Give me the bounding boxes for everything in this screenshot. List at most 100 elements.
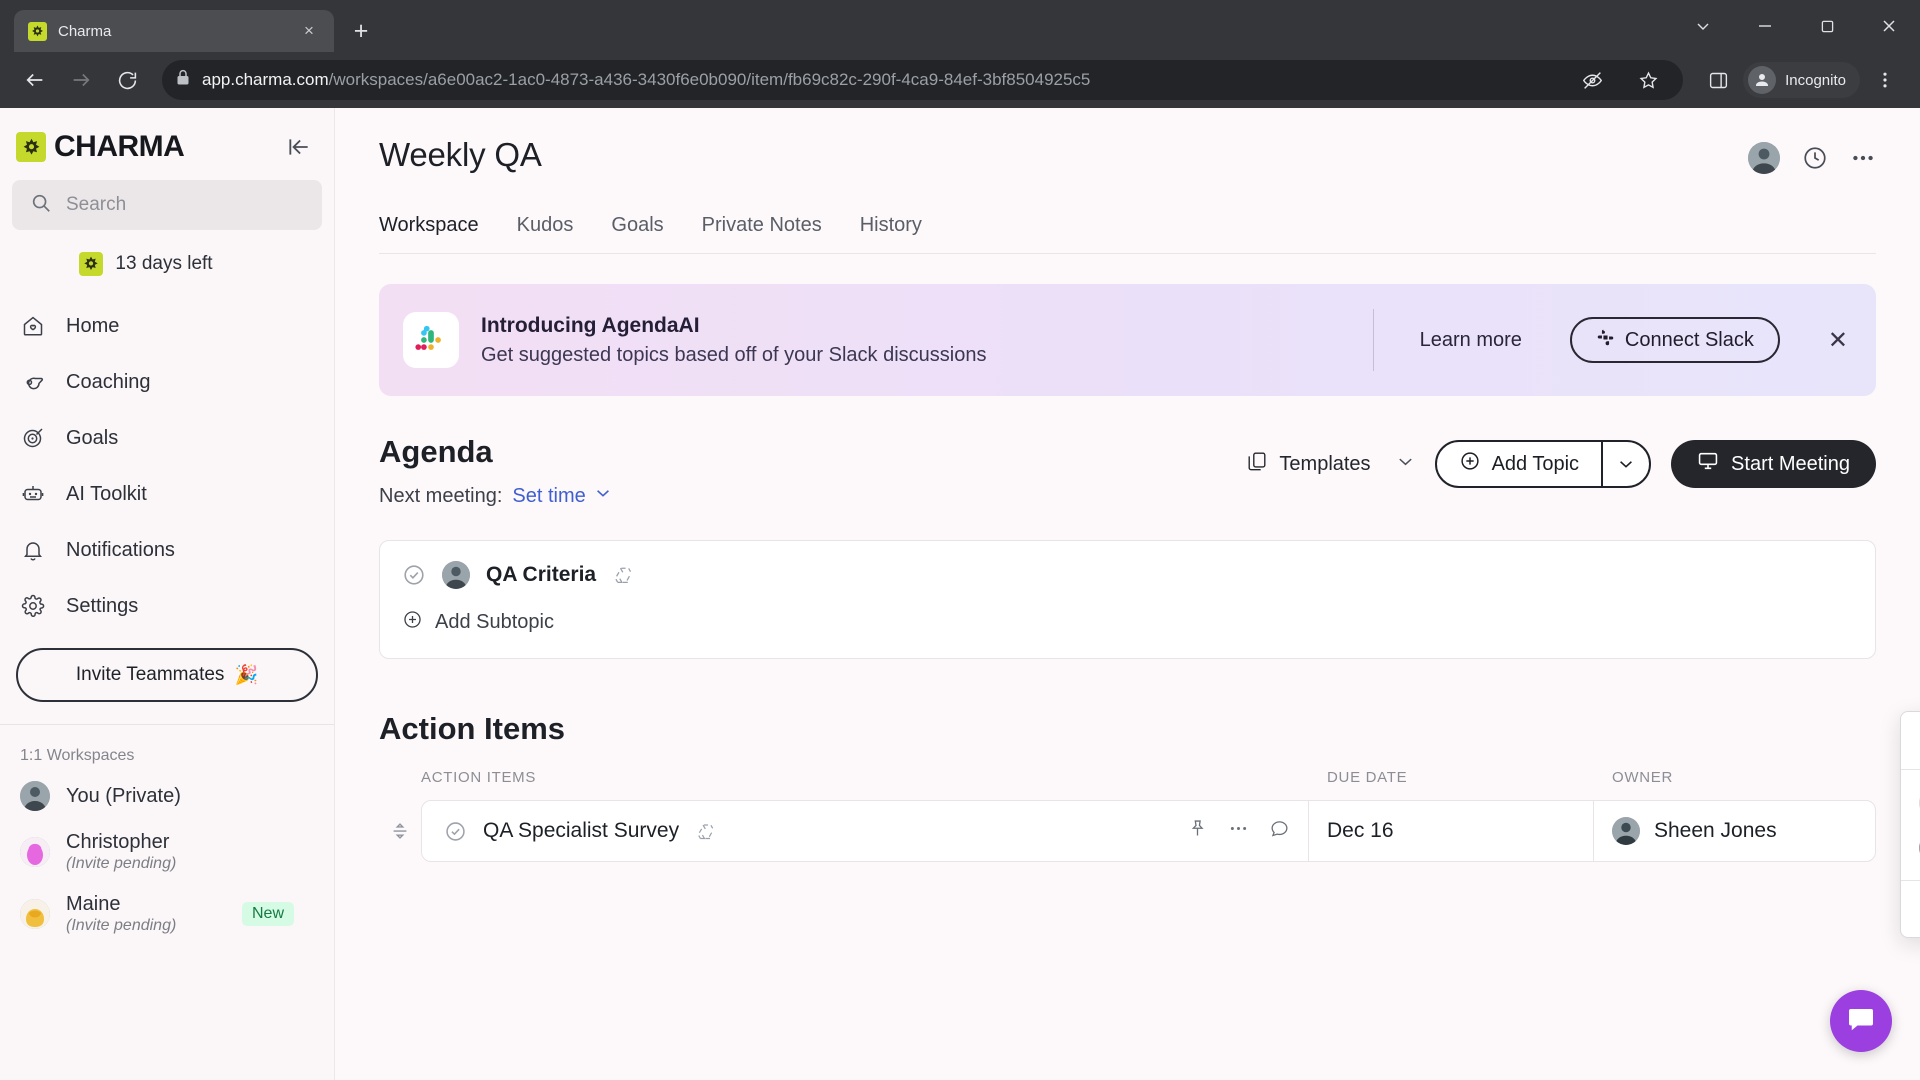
avatar: [20, 899, 50, 929]
cell-action-item[interactable]: QA Specialist Survey: [422, 801, 1308, 861]
complete-action-item-checkbox[interactable]: [444, 820, 467, 843]
cell-owner[interactable]: Sheen Jones: [1593, 801, 1875, 861]
add-subtopic-button[interactable]: Add Subtopic: [380, 605, 1875, 658]
collapse-sidebar-icon[interactable]: [286, 134, 312, 160]
close-window-button[interactable]: [1858, 0, 1920, 52]
hide-password-eye-icon[interactable]: [1571, 59, 1613, 101]
slack-hash-icon: [1596, 328, 1615, 353]
gear-icon: [20, 593, 46, 619]
topic-row[interactable]: QA Criteria: [380, 541, 1875, 605]
table-header-row: ACTION ITEMS DUE DATE OWNER: [379, 769, 1876, 800]
trial-days-left: 13 days left: [115, 253, 213, 274]
more-horizontal-icon[interactable]: [1850, 145, 1876, 171]
close-banner-icon[interactable]: ✕: [1828, 326, 1848, 355]
tab-goals[interactable]: Goals: [611, 214, 663, 253]
back-button[interactable]: [14, 59, 56, 101]
sidebar: CHARMA Search 13 days left Home Coaching…: [0, 108, 335, 1080]
address-bar[interactable]: app.charma.com/workspaces/a6e00ac2-1ac0-…: [162, 59, 1684, 101]
set-time-label: Set time: [512, 484, 586, 507]
sidebar-item-label: AI Toolkit: [66, 482, 147, 505]
action-items-table: ACTION ITEMS DUE DATE OWNER QA Specialis…: [379, 769, 1876, 862]
duplicate-and-assign-button[interactable]: Duplicate and assign: [1901, 881, 1920, 937]
sidebar-item-label: Home: [66, 314, 120, 337]
sidebar-item-notifications[interactable]: Notifications: [0, 522, 334, 578]
set-time-button[interactable]: Set time: [512, 484, 611, 508]
window-controls: [1672, 0, 1920, 52]
pin-icon[interactable]: [1187, 818, 1208, 844]
workspace-item-maine[interactable]: Maine (Invite pending) New: [0, 883, 334, 945]
tab-private-notes[interactable]: Private Notes: [702, 214, 822, 253]
browser-menu-icon[interactable]: [1864, 59, 1906, 101]
assign-option-sheen-jones[interactable]: Sheen Jones: [1901, 825, 1920, 870]
minimize-window-button[interactable]: [1734, 0, 1796, 52]
recycle-icon[interactable]: [695, 821, 716, 842]
workspace-name: Maine: [66, 893, 121, 915]
add-subtopic-label: Add Subtopic: [435, 611, 554, 633]
workspace-item-you[interactable]: You (Private): [0, 771, 334, 821]
column-header-due-date: DUE DATE: [1327, 769, 1408, 786]
workspace-item-christopher[interactable]: Christopher (Invite pending): [0, 821, 334, 883]
tab-workspace[interactable]: Workspace: [379, 214, 479, 253]
sidebar-item-goals[interactable]: Goals: [0, 410, 334, 466]
charma-star-icon: [16, 132, 46, 162]
invite-teammates-button[interactable]: Invite Teammates 🎉: [16, 648, 318, 702]
forward-button[interactable]: [60, 59, 102, 101]
add-topic-button[interactable]: Add Topic: [1437, 442, 1601, 486]
add-topic-split-button[interactable]: Add Topic: [1434, 440, 1652, 488]
tab-kudos[interactable]: Kudos: [517, 214, 574, 253]
workspace-name: Christopher: [66, 831, 170, 853]
search-users-input[interactable]: Search users: [1901, 712, 1920, 770]
comment-icon[interactable]: [1269, 818, 1290, 844]
trial-status[interactable]: 13 days left: [0, 230, 292, 290]
party-popper-icon: 🎉: [234, 665, 259, 686]
support-chat-button[interactable]: [1830, 990, 1892, 1052]
robot-icon: [20, 481, 46, 507]
side-panel-icon[interactable]: [1697, 59, 1739, 101]
learn-more-link[interactable]: Learn more: [1420, 329, 1522, 352]
sidebar-item-home[interactable]: Home: [0, 298, 334, 354]
drag-handle-icon[interactable]: [379, 800, 421, 862]
complete-topic-checkbox[interactable]: [402, 563, 426, 587]
add-topic-dropdown-icon[interactable]: [1601, 442, 1649, 486]
cell-due-date[interactable]: Dec 16: [1308, 801, 1593, 861]
tab-history[interactable]: History: [860, 214, 922, 253]
sidebar-item-ai-toolkit[interactable]: AI Toolkit: [0, 466, 334, 522]
profile-incognito-chip[interactable]: Incognito: [1743, 62, 1860, 98]
avatar[interactable]: [1748, 142, 1780, 174]
omnibox-actions: [1571, 59, 1669, 101]
table-row-wrapper: QA Specialist Survey Dec 16 Sheen Jones: [379, 800, 1876, 862]
close-tab-icon[interactable]: ×: [298, 20, 320, 42]
charma-logo[interactable]: CHARMA: [16, 130, 185, 164]
search-input[interactable]: Search: [12, 180, 322, 230]
assign-option-unassign[interactable]: Unassign: [1901, 780, 1920, 825]
connect-slack-button[interactable]: Connect Slack: [1569, 317, 1780, 363]
table-row[interactable]: QA Specialist Survey Dec 16 Sheen Jones: [421, 800, 1876, 862]
new-tab-button[interactable]: +: [344, 14, 378, 48]
more-horizontal-icon[interactable]: [1228, 818, 1249, 844]
copy-icon: [1246, 450, 1268, 478]
app-root: CHARMA Search 13 days left Home Coaching…: [0, 108, 1920, 1080]
start-meeting-button[interactable]: Start Meeting: [1671, 440, 1876, 488]
chevron-down-icon[interactable]: [1396, 452, 1415, 477]
add-topic-label: Add Topic: [1491, 452, 1580, 475]
sidebar-item-label: Goals: [66, 426, 119, 449]
clock-icon[interactable]: [1802, 145, 1828, 171]
avatar[interactable]: [442, 561, 470, 589]
reload-button[interactable]: [106, 59, 148, 101]
owner-name: Sheen Jones: [1654, 819, 1777, 842]
whistle-icon: [20, 369, 46, 395]
templates-button[interactable]: Templates: [1246, 450, 1414, 478]
sidebar-item-coaching[interactable]: Coaching: [0, 354, 334, 410]
avatar: [1612, 817, 1640, 845]
bookmark-star-icon[interactable]: [1627, 59, 1669, 101]
incognito-avatar-icon: [1748, 66, 1777, 94]
column-header-action-items: ACTION ITEMS: [421, 769, 537, 786]
maximize-window-button[interactable]: [1796, 0, 1858, 52]
tab-search-chevron-icon[interactable]: [1672, 0, 1734, 52]
sidebar-item-settings[interactable]: Settings: [0, 578, 334, 634]
url-text: app.charma.com/workspaces/a6e00ac2-1ac0-…: [202, 70, 1559, 90]
banner-title: Introducing AgendaAI: [481, 313, 700, 337]
recycle-icon[interactable]: [612, 564, 634, 586]
banner-divider: [1372, 309, 1374, 371]
browser-tab[interactable]: Charma ×: [14, 10, 334, 52]
